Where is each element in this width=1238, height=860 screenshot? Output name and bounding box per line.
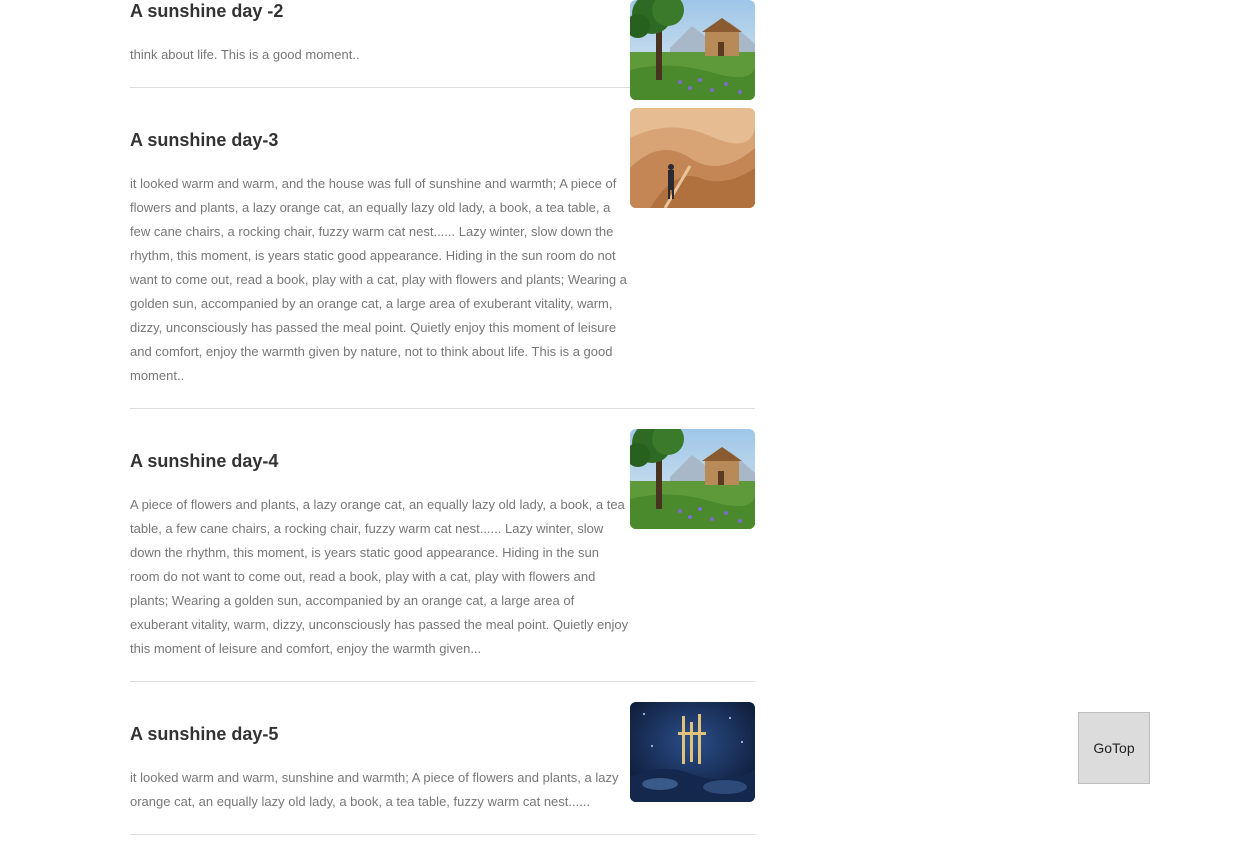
cottage-meadow-image[interactable] — [630, 429, 755, 529]
post-item[interactable]: A sunshine day-4 A piece of flowers and … — [130, 429, 755, 682]
night-poster-illustration — [630, 702, 755, 802]
post-title[interactable]: A sunshine day-5 — [130, 702, 630, 745]
desert-walker-illustration — [630, 108, 755, 208]
post-excerpt: A piece of flowers and plants, a lazy or… — [130, 497, 629, 656]
post-feed: A sunshine day -2 think about life. This… — [130, 0, 755, 855]
desert-walker-image[interactable] — [630, 108, 755, 208]
post-title[interactable]: A sunshine day-4 — [130, 429, 630, 472]
post-title[interactable]: A sunshine day-3 — [130, 108, 630, 151]
post-excerpt: it looked warm and warm, and the house w… — [130, 176, 627, 383]
page: A sunshine day -2 think about life. This… — [0, 0, 1238, 860]
gotop-button[interactable]: GoTop — [1078, 712, 1150, 784]
post-item[interactable]: A sunshine day-5 it looked warm and warm… — [130, 702, 755, 835]
cottage-meadow-illustration — [630, 429, 755, 529]
post-excerpt: it looked warm and warm, sunshine and wa… — [130, 770, 619, 809]
post-excerpt: think about life. This is a good moment.… — [130, 47, 360, 62]
post-item[interactable]: A sunshine day -2 think about life. This… — [130, 0, 755, 100]
post-text: A sunshine day -2 think about life. This… — [130, 0, 630, 67]
post-item[interactable]: A sunshine day-3 it looked warm and warm… — [130, 108, 755, 409]
post-text: A sunshine day-5 it looked warm and warm… — [130, 702, 630, 814]
night-poster-image[interactable] — [630, 702, 755, 802]
cottage-meadow-image[interactable] — [630, 0, 755, 100]
post-text: A sunshine day-4 A piece of flowers and … — [130, 429, 630, 661]
post-text: A sunshine day-3 it looked warm and warm… — [130, 108, 630, 388]
cottage-meadow-illustration — [630, 0, 755, 100]
post-title[interactable]: A sunshine day -2 — [130, 0, 630, 22]
